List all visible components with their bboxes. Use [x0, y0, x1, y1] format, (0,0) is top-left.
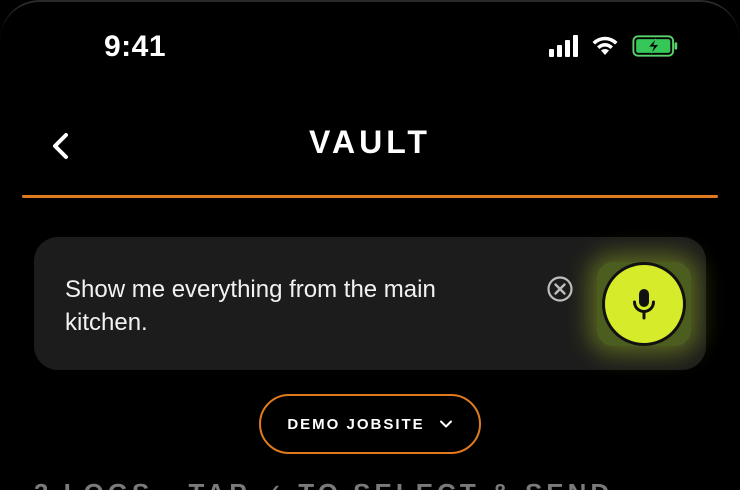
status-icons — [549, 34, 680, 58]
clear-circle-icon[interactable] — [545, 274, 575, 304]
microphone-icon — [633, 289, 655, 320]
voice-search-box[interactable]: Show me everything from the main kitchen… — [34, 237, 706, 370]
microphone-button[interactable] — [602, 262, 686, 346]
signal-bars-icon — [549, 35, 578, 57]
mic-button-glow — [597, 262, 691, 346]
status-time: 9:41 — [104, 30, 167, 63]
search-query-text[interactable]: Show me everything from the main kitchen… — [65, 273, 505, 339]
jobsite-label: DEMO JOBSITE — [287, 415, 425, 433]
chevron-down-icon — [439, 420, 452, 428]
jobsite-selector[interactable]: DEMO JOBSITE — [259, 394, 481, 454]
header-divider — [22, 195, 718, 198]
logs-hint-text: 3 LOGS · TAP ✓ TO SELECT & SEND — [34, 478, 613, 490]
wifi-icon — [592, 36, 618, 55]
battery-charging-icon — [632, 34, 680, 58]
vault-screen: 9:41 VAULT Show me everything from the m… — [0, 0, 740, 490]
page-title: VAULT — [309, 124, 431, 160]
